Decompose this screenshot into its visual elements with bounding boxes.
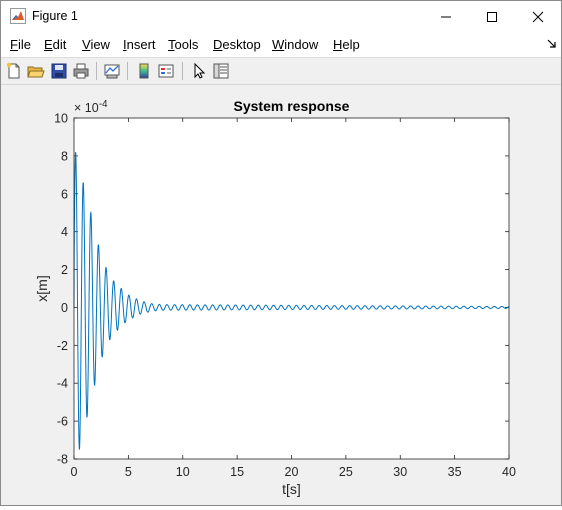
- toolbar-separator: [182, 62, 183, 80]
- menu-desktop-mnemonic: D: [213, 37, 223, 52]
- menu-help[interactable]: Help: [333, 37, 360, 52]
- figure-canvas: 0 5 10 15 20 25 30 35 40 -8 -6 -4 -2 0 2 4 6 8 10 System r…: [1, 85, 561, 505]
- y-axis-label: x[m]: [34, 275, 50, 301]
- link-plot-icon: [104, 64, 120, 79]
- menu-edit-label: dit: [52, 37, 67, 52]
- menu-tools[interactable]: Tools: [168, 37, 198, 52]
- chart-title: System response: [234, 98, 350, 114]
- new-figure-icon: [6, 62, 20, 79]
- close-button[interactable]: [515, 1, 561, 33]
- figure-toolbar: [1, 58, 561, 85]
- menu-file-mnemonic: F: [10, 37, 18, 52]
- link-plot-button[interactable]: [102, 61, 122, 81]
- print-button[interactable]: [71, 61, 91, 81]
- x-tick-label: 30: [393, 465, 407, 479]
- open-file-icon: [27, 66, 45, 78]
- menu-desktop-label: esktop: [222, 37, 261, 52]
- colorbar-icon: [139, 63, 149, 79]
- window-title: Figure 1: [32, 9, 78, 23]
- menu-window[interactable]: Window: [272, 37, 318, 52]
- x-tick-label: 0: [71, 465, 78, 479]
- menu-file[interactable]: File: [10, 37, 31, 52]
- title-bar: Figure 1: [1, 1, 561, 33]
- legend-icon: [158, 64, 174, 78]
- y-tick-label: -2: [57, 339, 68, 353]
- axes-background[interactable]: [74, 118, 509, 459]
- property-inspector-icon: [213, 63, 229, 79]
- dock-arrow-icon[interactable]: [547, 39, 557, 49]
- menu-view[interactable]: View: [82, 37, 110, 52]
- x-tick-label: 5: [125, 465, 132, 479]
- menu-bar: File Edit View Insert Tools Desktop Window Help: [1, 33, 561, 58]
- minimize-button[interactable]: [423, 1, 469, 33]
- toolbar-separator: [96, 62, 97, 80]
- y-tick-label: 10: [54, 112, 68, 126]
- menu-tools-label: ools: [174, 37, 199, 52]
- x-tick-label: 20: [285, 465, 299, 479]
- x-tick-label: 10: [176, 465, 190, 479]
- y-tick-label: -8: [57, 453, 68, 467]
- property-inspector-button[interactable]: [211, 61, 231, 81]
- menu-insert-label: nsert: [126, 37, 156, 52]
- minimize-icon: [441, 16, 451, 18]
- y-tick-label: 2: [61, 263, 68, 277]
- y-tick-label: -4: [57, 377, 68, 391]
- toolbar-separator: [127, 62, 128, 80]
- menu-window-mnemonic: W: [272, 37, 285, 52]
- close-icon: [532, 11, 544, 23]
- matlab-icon: [10, 8, 26, 24]
- menu-edit[interactable]: Edit: [44, 37, 66, 52]
- x-tick-label: 40: [502, 465, 516, 479]
- x-tick-label: 15: [230, 465, 244, 479]
- menu-help-label: elp: [342, 37, 360, 52]
- menu-window-label: indow: [284, 37, 319, 52]
- insert-colorbar-button[interactable]: [134, 61, 154, 81]
- x-tick-label: 35: [448, 465, 462, 479]
- open-file-button[interactable]: [26, 61, 46, 81]
- new-figure-button[interactable]: [4, 61, 24, 81]
- menu-help-mnemonic: H: [333, 37, 343, 52]
- menu-insert[interactable]: Insert: [123, 37, 156, 52]
- plot-svg: 0 5 10 15 20 25 30 35 40 -8 -6 -4 -2 0 2 4 6 8 10 System r…: [34, 98, 516, 497]
- menu-view-label: iew: [90, 37, 110, 52]
- menu-edit-mnemonic: E: [44, 37, 53, 52]
- maximize-button[interactable]: [469, 1, 515, 33]
- save-icon: [51, 63, 67, 79]
- y-tick-label: 0: [61, 301, 68, 315]
- y-tick-label: 4: [61, 225, 68, 239]
- x-tick-label: 25: [339, 465, 353, 479]
- insert-legend-button[interactable]: [156, 61, 176, 81]
- menu-file-label: ile: [17, 37, 31, 52]
- figure-window: Figure 1 File Edit View Insert Tools Desktop W…: [0, 0, 562, 506]
- save-button[interactable]: [49, 61, 69, 81]
- menu-desktop[interactable]: Desktop: [213, 37, 261, 52]
- y-tick-label: -6: [57, 415, 68, 429]
- edit-plot-button[interactable]: [189, 61, 209, 81]
- maximize-icon: [487, 12, 497, 22]
- y-tick-label: 6: [61, 187, 68, 201]
- y-tick-label: 8: [61, 149, 68, 163]
- x-axis-label: t[s]: [282, 481, 301, 497]
- y-exponent-label: × 10-4: [74, 99, 108, 115]
- print-icon: [73, 63, 89, 79]
- pointer-icon: [194, 62, 206, 79]
